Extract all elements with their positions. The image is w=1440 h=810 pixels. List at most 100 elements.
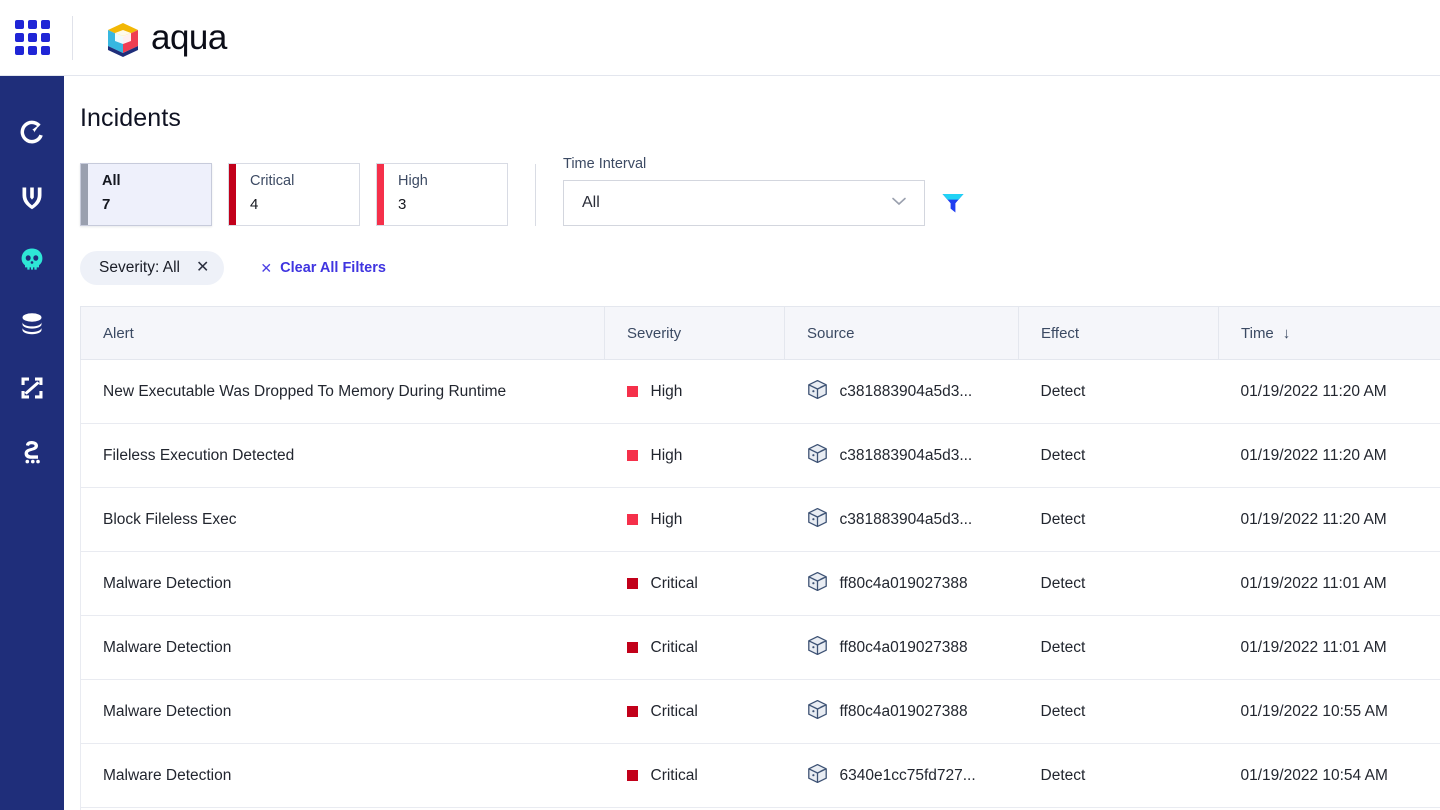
alert-name: Malware Detection — [103, 766, 232, 784]
cell-source: c381883904a5d3... — [784, 487, 1019, 552]
cell-effect: Detect — [1018, 359, 1219, 424]
container-box-icon — [807, 443, 828, 469]
time-interval-label: Time Interval — [563, 156, 647, 172]
cell-severity: Critical — [604, 615, 785, 680]
column-header-effect[interactable]: Effect — [1018, 306, 1219, 360]
alert-name: New Executable Was Dropped To Memory Dur… — [103, 382, 507, 400]
cell-severity: High — [604, 359, 785, 424]
arrow-down-icon: ↓ — [1282, 324, 1291, 342]
table-row[interactable]: Fileless Execution Detected High c38188390… — [80, 423, 1440, 488]
sidebar-item-dashboard[interactable] — [0, 100, 64, 164]
severity-label: High — [650, 446, 683, 464]
time-label: 01/19/2022 10:54 AM — [1240, 766, 1388, 784]
column-header-alert[interactable]: Alert — [80, 306, 605, 360]
cell-alert: Fileless Execution Detected — [80, 423, 605, 488]
source-id: c381883904a5d3... — [839, 446, 973, 464]
cell-time: 01/19/2022 10:54 AM — [1218, 743, 1440, 808]
cell-alert: Malware Detection — [80, 743, 605, 808]
severity-label: Critical — [650, 638, 698, 656]
filter-chip-severity-label: Severity: All — [99, 259, 180, 276]
cell-effect: Detect — [1018, 423, 1219, 488]
layers-stack-icon — [17, 309, 47, 339]
stat-card-all-label: All — [102, 173, 121, 189]
container-box-icon — [807, 699, 828, 725]
cell-alert: Malware Detection — [80, 551, 605, 616]
cell-severity: Critical — [604, 679, 785, 744]
column-header-severity[interactable]: Severity — [604, 306, 785, 360]
time-label: 01/19/2022 11:20 AM — [1240, 382, 1387, 400]
cell-severity: High — [604, 423, 785, 488]
cell-time: 01/19/2022 11:20 AM — [1218, 487, 1440, 552]
stat-card-critical[interactable]: Critical 4 — [228, 163, 360, 226]
funnel-filter-icon[interactable] — [939, 189, 967, 217]
brand-logo[interactable]: aqua — [104, 19, 227, 57]
stat-card-high-value: 3 — [398, 196, 407, 213]
column-header-source[interactable]: Source — [784, 306, 1019, 360]
cell-source: ff80c4a019027388 — [784, 679, 1019, 744]
sidebar-item-vulnerabilities[interactable] — [0, 164, 64, 228]
apps-grid-icon[interactable] — [0, 0, 64, 76]
time-interval-select[interactable]: All — [563, 180, 925, 226]
cell-alert: Malware Detection — [80, 679, 605, 744]
sidebar-item-scans[interactable] — [0, 356, 64, 420]
sidebar-item-inventory[interactable] — [0, 292, 64, 356]
close-x-icon: ✕ — [260, 260, 273, 276]
filter-chip-severity[interactable]: Severity: All ✕ — [80, 251, 225, 285]
container-box-icon — [807, 635, 828, 661]
cell-effect: Detect — [1018, 487, 1219, 552]
source-id: ff80c4a019027388 — [839, 574, 968, 592]
main-content: Incidents All 7 Critical 4 High 3 Time I… — [64, 76, 1440, 810]
close-x-icon[interactable]: ✕ — [196, 260, 209, 276]
table-row[interactable]: Malware Detection Critical 6340e1cc75fd727… — [80, 743, 1440, 808]
source-id: c381883904a5d3... — [839, 382, 973, 400]
severity-indicator — [626, 642, 638, 653]
chevron-down-icon — [888, 190, 910, 217]
left-sidebar — [0, 76, 64, 810]
alert-name: Malware Detection — [103, 574, 232, 592]
sidebar-item-incidents[interactable] — [0, 228, 64, 292]
cell-severity: Critical — [604, 743, 785, 808]
stat-card-high[interactable]: High 3 — [376, 163, 508, 226]
stat-card-all-value: 7 — [102, 196, 111, 213]
incidents-page: aqua Incidents All 7 Critical 4 High 3 T… — [0, 0, 1440, 810]
alert-name: Fileless Execution Detected — [103, 446, 295, 464]
stat-card-critical-value: 4 — [250, 196, 259, 213]
effect-label: Detect — [1040, 382, 1086, 400]
cell-time: 01/19/2022 11:20 AM — [1218, 423, 1440, 488]
brand-name: aqua — [151, 18, 227, 57]
cell-effect: Detect — [1018, 615, 1219, 680]
time-label: 01/19/2022 10:55 AM — [1240, 702, 1388, 720]
clear-all-filters-button[interactable]: ✕ Clear All Filters — [260, 260, 386, 276]
table-row[interactable]: Malware Detection Critical ff80c4a01902738… — [80, 551, 1440, 616]
cell-effect: Detect — [1018, 679, 1219, 744]
table-row[interactable]: Malware Detection Critical ff80c4a01902738… — [80, 615, 1440, 680]
stat-card-all[interactable]: All 7 — [80, 163, 212, 226]
alert-name: Block Fileless Exec — [103, 510, 237, 528]
cell-time: 01/19/2022 11:20 AM — [1218, 359, 1440, 424]
table-row[interactable]: Malware Detection Critical ff80c4a01902738… — [80, 679, 1440, 744]
shield-trident-icon — [17, 181, 47, 211]
severity-label: High — [650, 382, 683, 400]
clear-all-filters-label: Clear All Filters — [280, 260, 386, 276]
table-row[interactable]: Block Fileless Exec High c381883904a5d3...… — [80, 487, 1440, 552]
container-box-icon — [807, 763, 828, 789]
sidebar-item-policies[interactable] — [0, 420, 64, 484]
snake-path-icon — [17, 437, 47, 467]
severity-indicator — [626, 386, 638, 397]
stat-card-all-bar — [81, 164, 88, 225]
cell-time: 01/19/2022 11:01 AM — [1218, 615, 1440, 680]
severity-indicator — [626, 514, 638, 525]
severity-indicator — [626, 450, 638, 461]
severity-indicator — [626, 770, 638, 781]
time-interval-block: Time Interval All — [563, 154, 967, 226]
severity-label: Critical — [650, 702, 698, 720]
stat-card-high-label: High — [398, 173, 428, 189]
cell-source: c381883904a5d3... — [784, 359, 1019, 424]
alert-name: Malware Detection — [103, 638, 232, 656]
container-box-icon — [807, 507, 828, 533]
cell-effect: Detect — [1018, 551, 1219, 616]
column-header-time[interactable]: Time ↓ — [1218, 306, 1440, 360]
effect-label: Detect — [1040, 638, 1086, 656]
table-row[interactable]: New Executable Was Dropped To Memory Dur… — [80, 359, 1440, 424]
time-interval-value: All — [582, 194, 600, 211]
